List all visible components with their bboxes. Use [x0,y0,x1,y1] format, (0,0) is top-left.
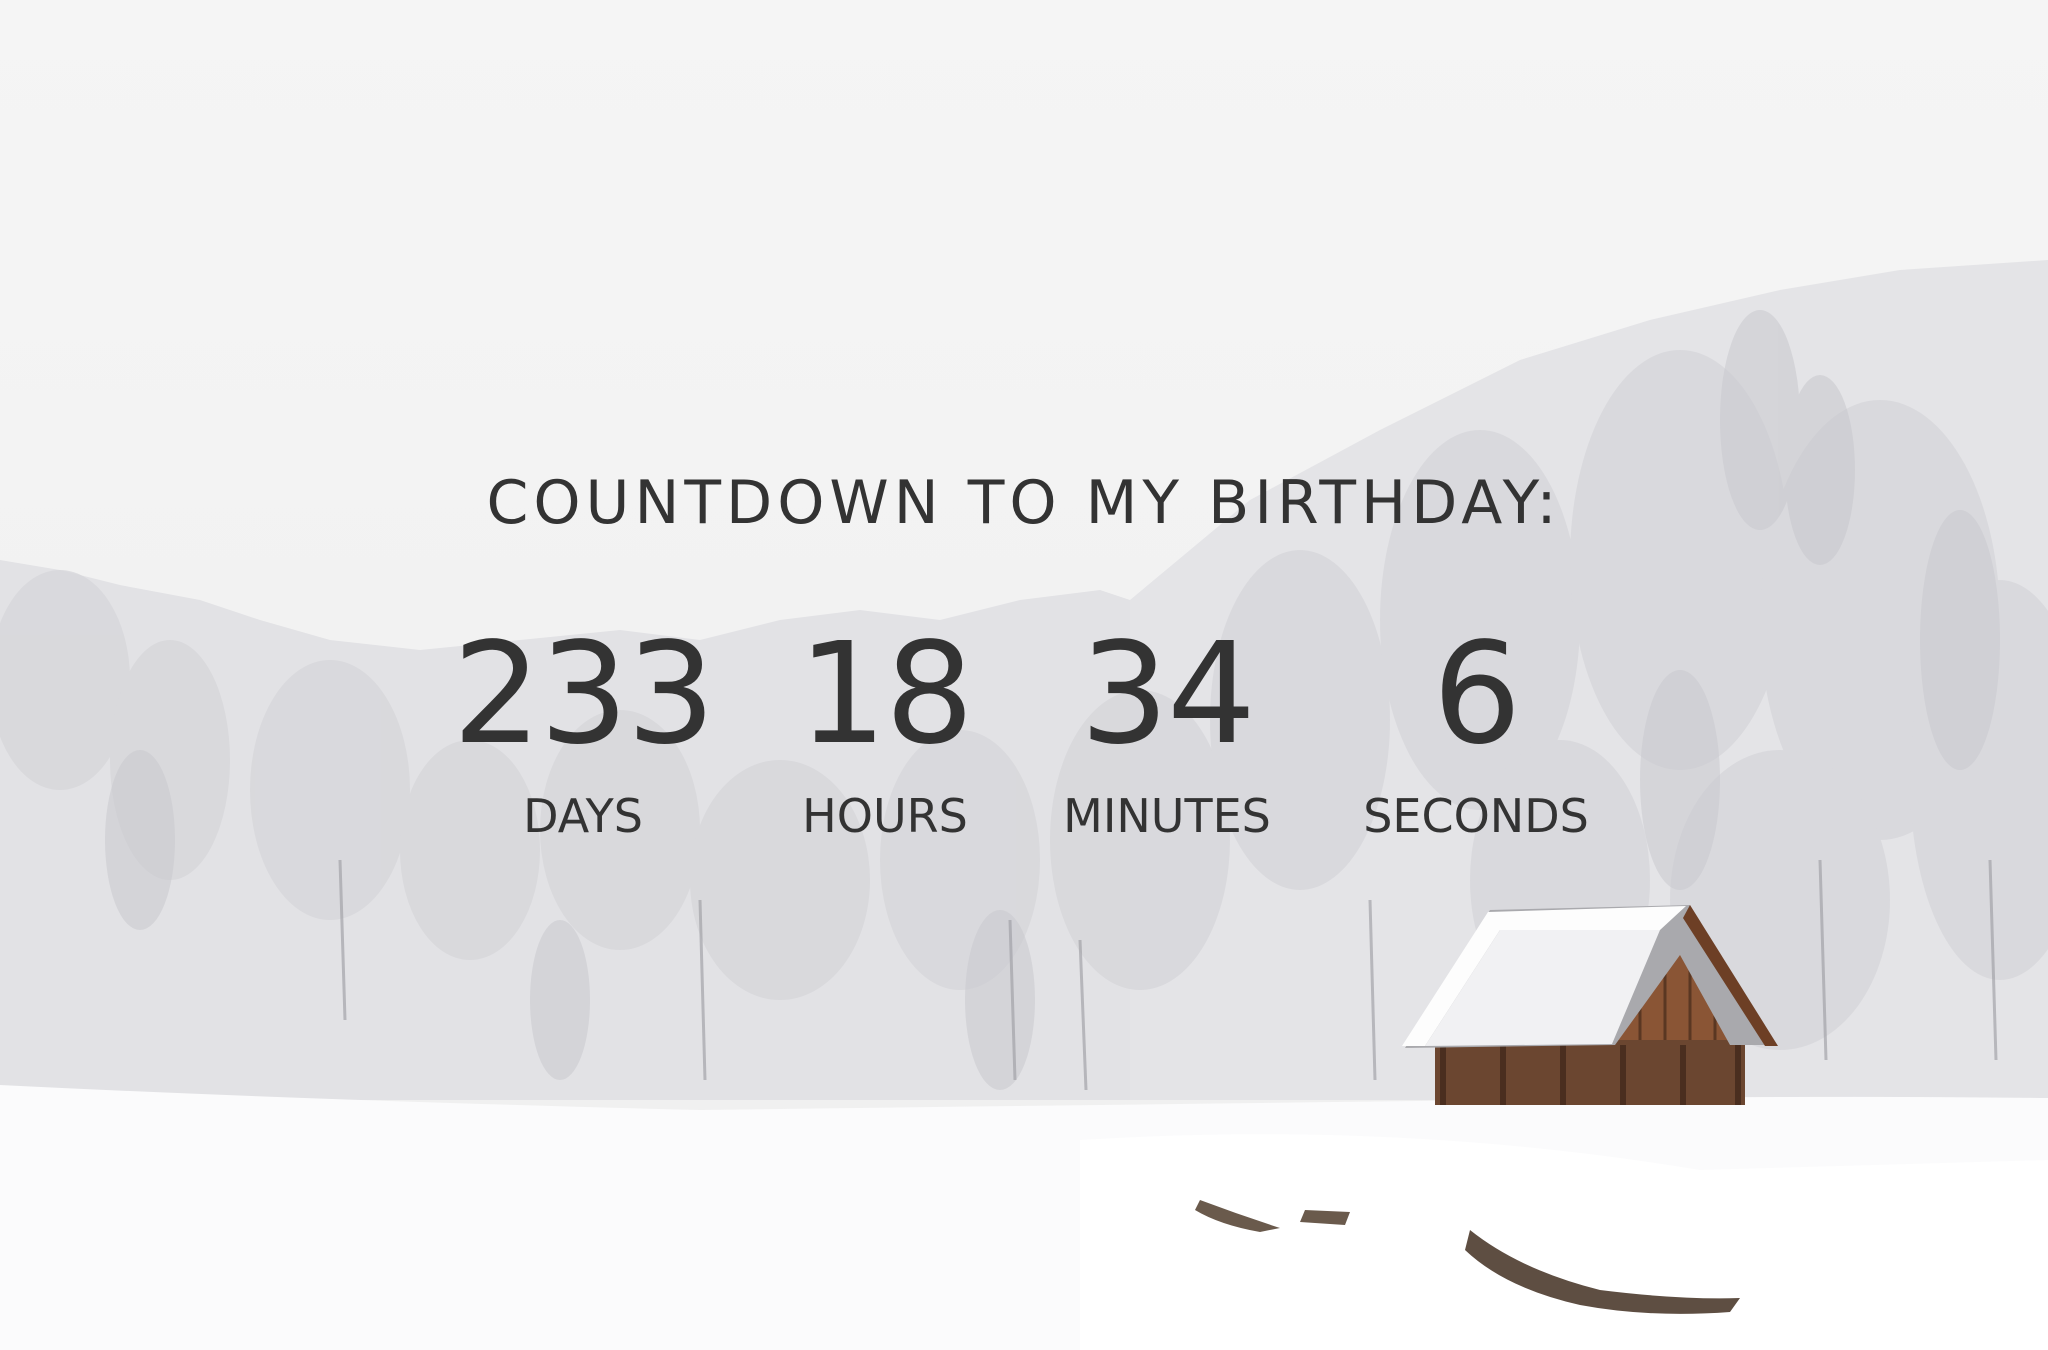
minutes-value: 34 [1079,613,1256,776]
days-value: 233 [452,613,715,776]
countdown-hours: 18 HOURS [725,620,1045,844]
hours-label: HOURS [802,789,968,843]
countdown-minutes: 34 MINUTES [1007,620,1327,844]
hours-value: 18 [797,613,974,776]
seconds-value: 6 [1432,613,1521,776]
minutes-label: MINUTES [1063,789,1271,843]
countdown-seconds: 6 SECONDS [1316,620,1636,844]
countdown-heading: COUNTDOWN TO MY BIRTHDAY: [486,468,1562,538]
countdown-days: 233 DAYS [423,620,743,844]
seconds-label: SECONDS [1363,789,1589,843]
days-label: DAYS [523,789,643,843]
